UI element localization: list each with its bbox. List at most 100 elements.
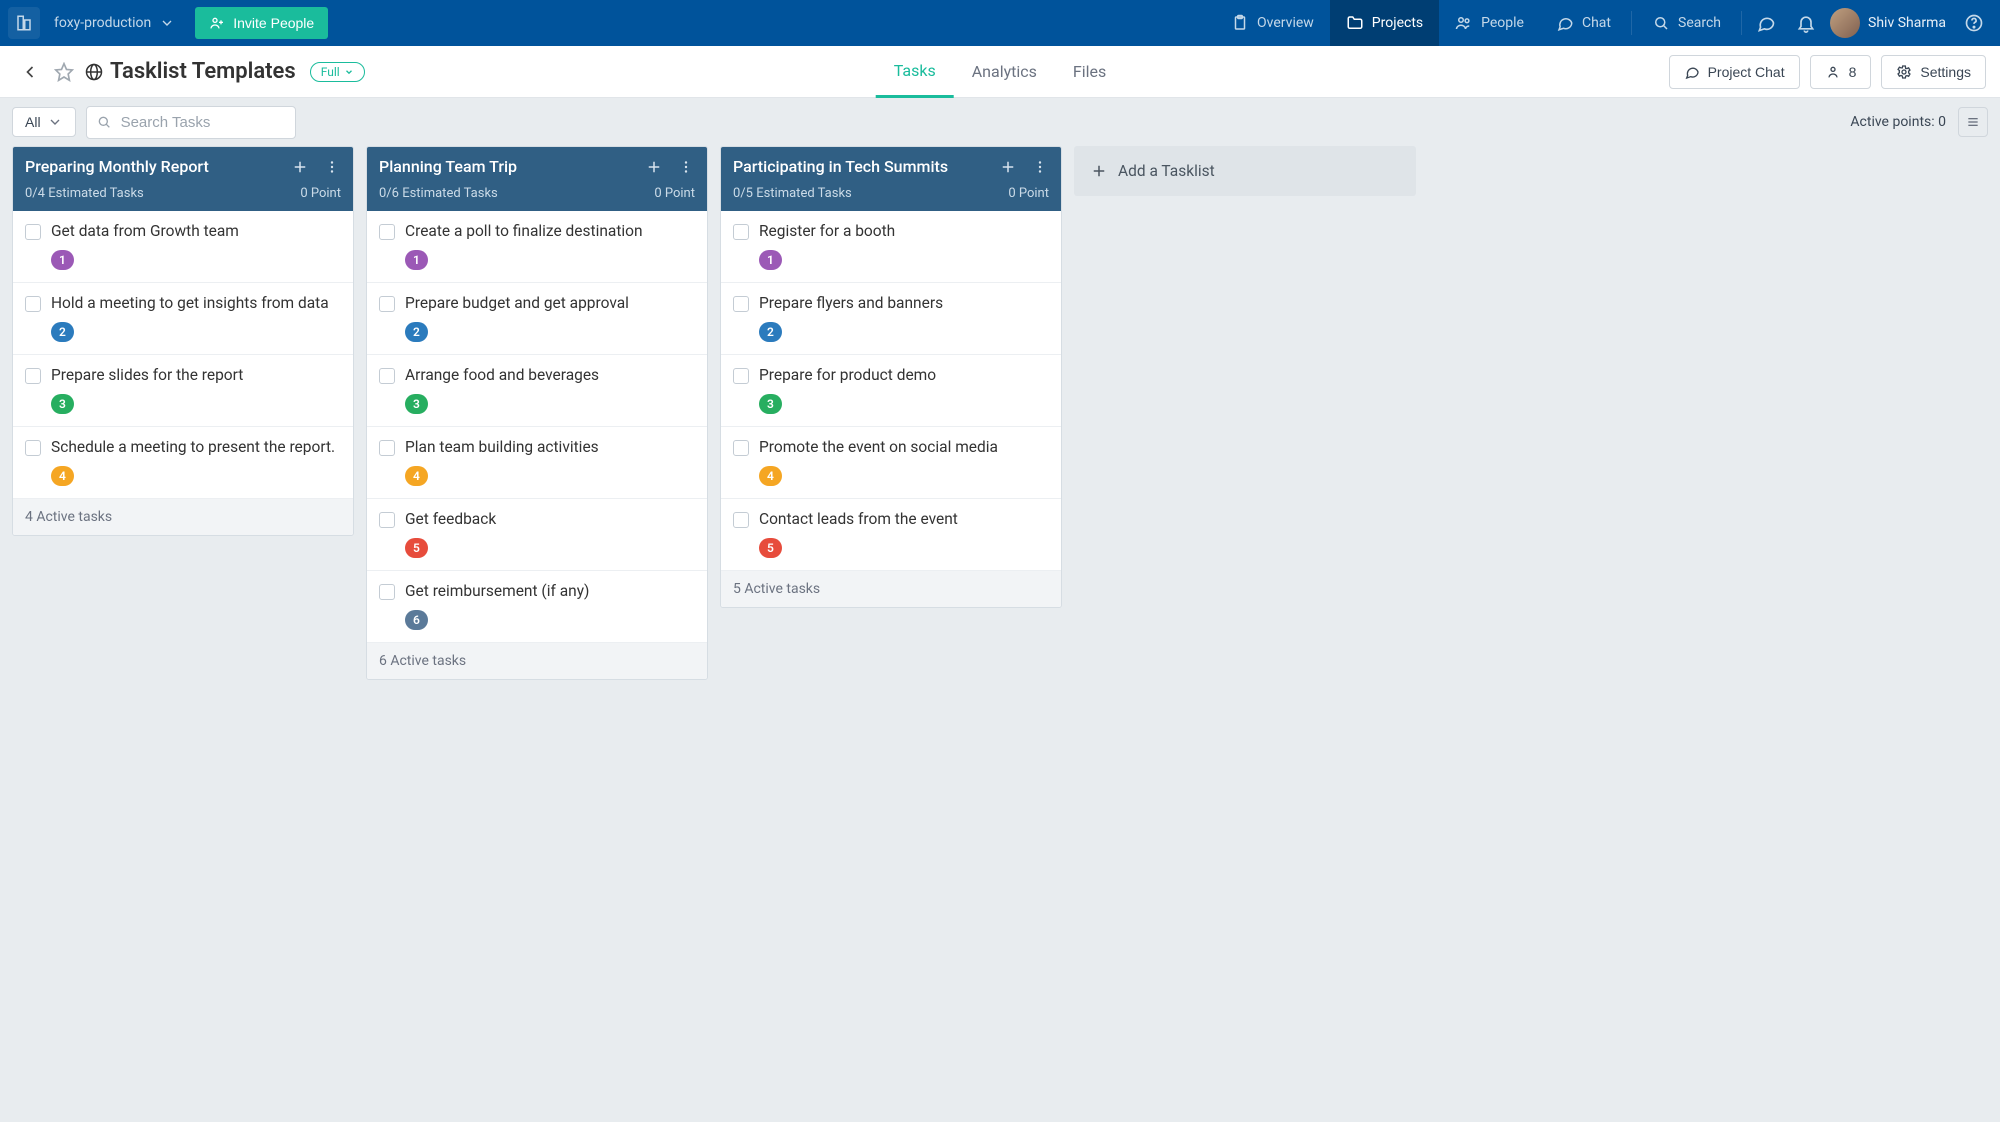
estimated-tasks: 0/6 Estimated Tasks: [379, 186, 498, 201]
workspace-switcher[interactable]: foxy-production: [44, 0, 185, 46]
add-task-button[interactable]: [645, 158, 663, 176]
invite-label: Invite People: [233, 15, 314, 31]
column-header: Planning Team Trip 0/6 Estimated Tasks 0…: [367, 147, 707, 211]
tab-tasks[interactable]: Tasks: [876, 46, 954, 98]
task-card[interactable]: Prepare slides for the report 3: [13, 355, 353, 427]
task-checkbox[interactable]: [25, 296, 41, 312]
tab-label: Files: [1073, 62, 1106, 81]
task-checkbox[interactable]: [379, 368, 395, 384]
notifications-button[interactable]: [1786, 0, 1826, 46]
project-chat-label: Project Chat: [1708, 64, 1785, 80]
nav-chat[interactable]: Chat: [1540, 0, 1627, 46]
task-checkbox[interactable]: [733, 512, 749, 528]
settings-label: Settings: [1920, 64, 1971, 80]
nav-projects[interactable]: Projects: [1330, 0, 1439, 46]
task-checkbox[interactable]: [733, 368, 749, 384]
task-order-badge: 4: [405, 466, 428, 486]
column-menu-button[interactable]: [323, 158, 341, 176]
task-checkbox[interactable]: [379, 584, 395, 600]
task-title: Promote the event on social media: [759, 437, 998, 458]
nav-search[interactable]: Search: [1636, 0, 1737, 46]
add-tasklist-button[interactable]: Add a Tasklist: [1074, 146, 1416, 196]
tab-files[interactable]: Files: [1055, 46, 1124, 98]
avatar: [1830, 8, 1860, 38]
nav-people[interactable]: People: [1439, 0, 1540, 46]
clipboard-icon: [1231, 14, 1249, 32]
more-vertical-icon: [677, 158, 695, 176]
filter-dropdown[interactable]: All: [12, 107, 76, 137]
column-title: Preparing Monthly Report: [25, 157, 209, 176]
task-card[interactable]: Plan team building activities 4: [367, 427, 707, 499]
chevron-down-icon: [47, 114, 63, 130]
nav-overview-label: Overview: [1257, 15, 1314, 31]
task-card[interactable]: Promote the event on social media 4: [721, 427, 1061, 499]
add-task-button[interactable]: [999, 158, 1017, 176]
column-title: Planning Team Trip: [379, 157, 517, 176]
card-list: Register for a booth 1 Prepare flyers an…: [721, 211, 1061, 571]
nav-overview[interactable]: Overview: [1215, 0, 1330, 46]
task-card[interactable]: Schedule a meeting to present the report…: [13, 427, 353, 499]
task-card[interactable]: Get feedback 5: [367, 499, 707, 571]
column-header: Participating in Tech Summits 0/5 Estima…: [721, 147, 1061, 211]
tab-analytics[interactable]: Analytics: [954, 46, 1055, 98]
column-menu-button[interactable]: [677, 158, 695, 176]
quick-chat-button[interactable]: [1746, 0, 1786, 46]
task-checkbox[interactable]: [733, 224, 749, 240]
add-task-button[interactable]: [291, 158, 309, 176]
task-title: Get feedback: [405, 509, 496, 530]
task-card[interactable]: Prepare flyers and banners 2: [721, 283, 1061, 355]
back-button[interactable]: [14, 56, 46, 88]
task-checkbox[interactable]: [379, 224, 395, 240]
divider: [1741, 11, 1742, 35]
task-checkbox[interactable]: [25, 440, 41, 456]
task-checkbox[interactable]: [733, 440, 749, 456]
user-menu[interactable]: Shiv Sharma: [1826, 8, 1954, 38]
task-title: Create a poll to finalize destination: [405, 221, 643, 242]
settings-button[interactable]: Settings: [1881, 55, 1986, 89]
column-footer: 6 Active tasks: [367, 643, 707, 679]
workspace-name: foxy-production: [54, 15, 151, 31]
help-button[interactable]: [1954, 0, 1994, 46]
list-icon: [1965, 114, 1981, 130]
board: Preparing Monthly Report 0/4 Estimated T…: [0, 146, 2000, 1122]
visibility-badge[interactable]: Full: [310, 62, 365, 82]
task-card[interactable]: Create a poll to finalize destination 1: [367, 211, 707, 283]
estimated-tasks: 0/4 Estimated Tasks: [25, 186, 144, 201]
task-title: Prepare slides for the report: [51, 365, 243, 386]
nav-search-label: Search: [1678, 15, 1721, 31]
chevron-left-icon: [20, 62, 40, 82]
task-order-badge: 2: [405, 322, 428, 342]
search-input[interactable]: [86, 106, 296, 139]
task-card[interactable]: Contact leads from the event 5: [721, 499, 1061, 571]
task-card[interactable]: Hold a meeting to get insights from data…: [13, 283, 353, 355]
card-list: Get data from Growth team 1 Hold a meeti…: [13, 211, 353, 499]
column-menu-button[interactable]: [1031, 158, 1049, 176]
task-checkbox[interactable]: [25, 368, 41, 384]
invite-people-button[interactable]: Invite People: [195, 7, 328, 39]
task-title: Hold a meeting to get insights from data: [51, 293, 329, 314]
toolbar: All Active points: 0: [0, 98, 2000, 146]
chevron-down-icon: [159, 15, 175, 31]
chevron-down-icon: [344, 67, 354, 77]
task-card[interactable]: Arrange food and beverages 3: [367, 355, 707, 427]
gear-icon: [1896, 64, 1912, 80]
task-checkbox[interactable]: [379, 512, 395, 528]
task-card[interactable]: Prepare budget and get approval 2: [367, 283, 707, 355]
task-checkbox[interactable]: [733, 296, 749, 312]
app-logo[interactable]: [8, 7, 40, 39]
task-card[interactable]: Get reimbursement (if any) 6: [367, 571, 707, 643]
favorite-button[interactable]: [46, 56, 82, 88]
task-checkbox[interactable]: [25, 224, 41, 240]
task-checkbox[interactable]: [379, 296, 395, 312]
task-card[interactable]: Register for a booth 1: [721, 211, 1061, 283]
task-card[interactable]: Prepare for product demo 3: [721, 355, 1061, 427]
view-options-button[interactable]: [1958, 107, 1988, 137]
task-checkbox[interactable]: [379, 440, 395, 456]
members-button[interactable]: 8: [1810, 55, 1872, 89]
task-title: Prepare for product demo: [759, 365, 936, 386]
task-title: Get reimbursement (if any): [405, 581, 589, 602]
plus-icon: [645, 158, 663, 176]
project-chat-button[interactable]: Project Chat: [1669, 55, 1800, 89]
chat-bubble-icon: [1684, 64, 1700, 80]
task-card[interactable]: Get data from Growth team 1: [13, 211, 353, 283]
